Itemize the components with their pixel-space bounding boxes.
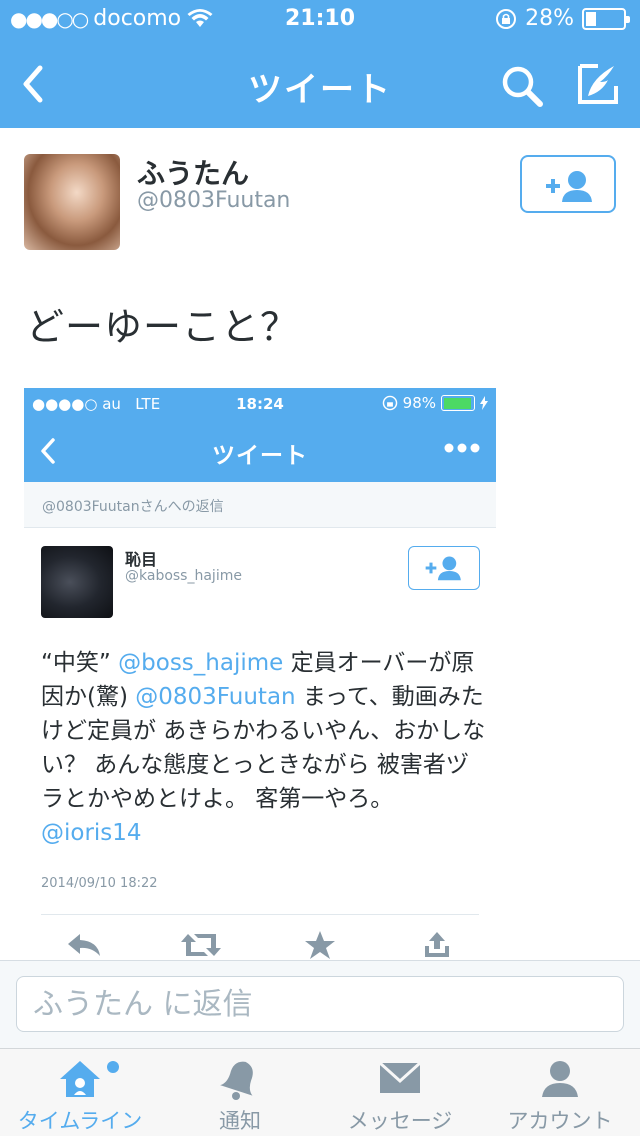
- reply-bar: [0, 960, 640, 1048]
- embedded-page-title: ツイート: [212, 443, 308, 469]
- bell-icon: [220, 1061, 253, 1100]
- embedded-reply-context: @0803Fuutanさんへの返信: [24, 482, 496, 528]
- embedded-tweet-text: “中笑” @boss_hajime 定員オーバーが原因か(驚) @0803Fuu…: [41, 646, 486, 850]
- mention-link: @0803Fuutan: [135, 684, 296, 710]
- tab-account[interactable]: アカウント: [480, 1049, 640, 1136]
- battery-percent: 28%: [525, 6, 574, 31]
- embedded-battery-percent: 98%: [402, 394, 436, 412]
- person-icon: [542, 1061, 578, 1097]
- tweet-media-image[interactable]: ●●●●○ au LTE 18:24 98% ツイート @0803Fuutanさ…: [24, 388, 496, 960]
- embedded-author-name: 恥目: [125, 550, 158, 569]
- unread-dot: [107, 1061, 119, 1073]
- embedded-author-avatar: [41, 546, 113, 618]
- embedded-text-part: “中笑”: [41, 650, 119, 676]
- search-icon[interactable]: [498, 62, 546, 110]
- favorite-star-icon: [305, 931, 335, 959]
- tab-notifications[interactable]: 通知: [160, 1049, 320, 1136]
- embedded-battery-icon: [441, 395, 475, 411]
- rotation-lock-icon: [496, 8, 517, 29]
- embedded-action-row: [24, 930, 496, 960]
- retweet-icon: [181, 934, 221, 956]
- embedded-timestamp: 2014/09/10 18:22: [41, 876, 158, 891]
- reply-input[interactable]: [16, 976, 624, 1032]
- embedded-author-handle: @kaboss_hajime: [125, 568, 242, 584]
- battery-icon: [582, 7, 630, 30]
- author-name[interactable]: ふうたん: [137, 152, 249, 192]
- tab-label: タイムライン: [17, 1109, 143, 1133]
- embedded-follow-button: [408, 546, 480, 590]
- tab-bar: タイムライン 通知 メッセージ アカウント: [0, 1048, 640, 1136]
- status-bar: ●●●○○ docomo 21:10 28%: [0, 0, 640, 40]
- mention-link: @boss_hajime: [118, 650, 284, 676]
- embedded-add-user-icon: [425, 556, 461, 581]
- embedded-nav-bar: ツイート: [24, 420, 496, 482]
- follow-button[interactable]: [520, 155, 616, 213]
- tab-label: アカウント: [507, 1109, 613, 1133]
- embedded-rotation-lock-icon: [382, 395, 397, 411]
- embedded-divider: [41, 914, 479, 915]
- author-handle[interactable]: @0803Fuutan: [137, 188, 290, 213]
- nav-bar: ツイート: [0, 40, 640, 128]
- share-icon: [425, 932, 449, 957]
- author-avatar[interactable]: [24, 154, 120, 250]
- tab-messages[interactable]: メッセージ: [320, 1049, 480, 1136]
- embedded-status-right: 98%: [382, 394, 488, 412]
- mention-link: @ioris14: [41, 820, 142, 846]
- compose-icon[interactable]: [574, 60, 622, 108]
- tab-label: メッセージ: [347, 1109, 453, 1133]
- tab-label: 通知: [219, 1109, 261, 1133]
- embedded-status-bar: ●●●●○ au LTE 18:24 98%: [24, 388, 496, 420]
- envelope-icon: [378, 1061, 422, 1093]
- more-dots-icon: [444, 443, 480, 453]
- charging-bolt-icon: [480, 396, 488, 410]
- status-right: 28%: [495, 6, 630, 31]
- add-user-icon: [546, 171, 592, 202]
- tab-timeline[interactable]: タイムライン: [0, 1049, 160, 1136]
- tweet-text: どーゆーこと？: [26, 305, 300, 349]
- reply-arrow-icon: [68, 934, 100, 956]
- home-icon: [60, 1061, 100, 1097]
